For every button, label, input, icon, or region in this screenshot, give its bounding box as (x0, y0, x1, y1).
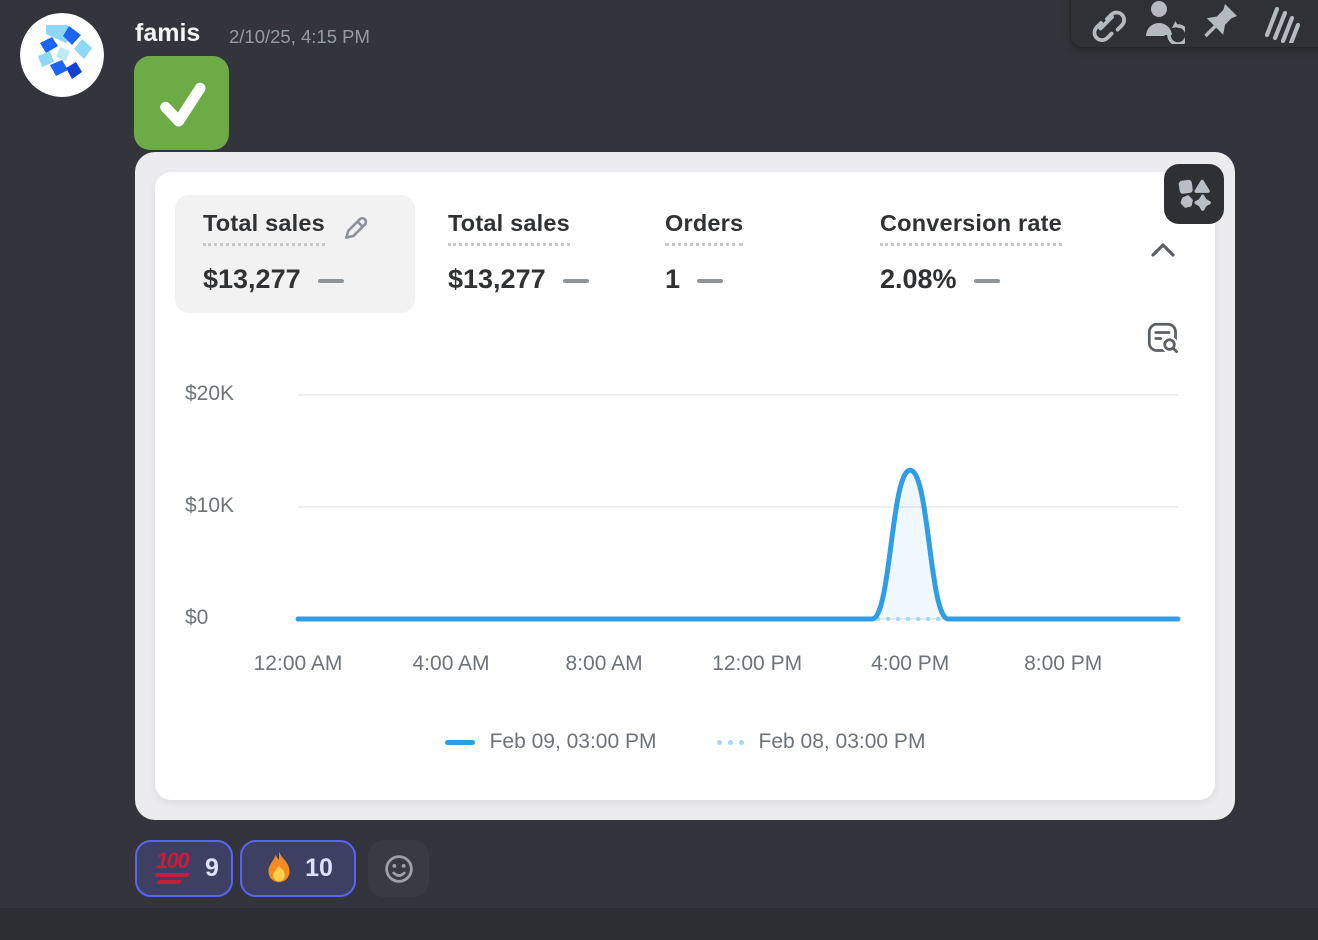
hundred-underline-1 (153, 873, 191, 877)
metric-label: Orders (665, 210, 744, 246)
metric-trend-dash (562, 279, 589, 283)
metric-label: Total sales (203, 210, 325, 246)
swipe-lines-icon (1264, 6, 1300, 43)
recall-button[interactable] (1139, 0, 1185, 44)
x-tick-label: 4:00 PM (871, 652, 950, 675)
person-history-icon (1146, 1, 1185, 44)
legend-item: Feb 08, 03:00 PM (716, 730, 926, 754)
metric-trend-dash (317, 279, 344, 283)
metric-value: $13,277 (203, 264, 301, 294)
reaction-count: 9 (205, 854, 219, 882)
collapse-chart-button[interactable] (1147, 238, 1179, 262)
pin-message-button[interactable] (1197, 0, 1243, 44)
edit-pencil-icon[interactable] (341, 213, 371, 243)
y-tick-label: $20K (185, 382, 235, 405)
metric-value: 1 (665, 264, 681, 294)
legend-label: Feb 09, 03:00 PM (489, 730, 657, 753)
metric-tab-orders[interactable]: Orders 1 (665, 210, 744, 295)
message-hover-toolbar (1070, 0, 1318, 48)
y-tick-label: $10K (185, 494, 235, 517)
y-tick-label: $0 (185, 606, 209, 629)
white-check-mark-emoji (134, 56, 229, 150)
add-reaction-toolbar-button[interactable] (1313, 0, 1318, 44)
x-tick-label: 8:00 PM (1024, 652, 1103, 675)
hundred-points-emoji: 100 (149, 848, 195, 884)
x-tick-label: 12:00 PM (712, 652, 803, 675)
x-tick-label: 4:00 AM (412, 652, 490, 675)
chat-background-divider (0, 908, 1318, 940)
x-tick-label: 12:00 AM (253, 652, 343, 675)
metric-label: Total sales (448, 210, 570, 246)
shapes-icon (1178, 179, 1211, 211)
link-icon (1092, 10, 1126, 42)
chart-legend: Feb 09, 03:00 PM Feb 08, 03:00 PM (155, 730, 1215, 754)
hundred-text: 100 (155, 848, 190, 873)
metric-trend-dash (973, 279, 1000, 283)
add-reaction-button[interactable] (368, 840, 429, 897)
data-inspector-icon (1147, 322, 1178, 353)
chevron-up-icon (1151, 243, 1175, 257)
legend-label: Feb 08, 03:00 PM (758, 730, 926, 753)
legend-swatch-dotted-line-icon (716, 739, 744, 745)
legend-item: Feb 09, 03:00 PM (444, 730, 657, 754)
analytics-image-attachment[interactable]: Total sales $13,277 Total sales $13,277 (135, 152, 1235, 820)
check-icon (159, 82, 206, 127)
fire-emoji (268, 850, 290, 882)
reaction-count: 10 (305, 854, 333, 882)
forward-button[interactable] (1255, 0, 1301, 44)
pin-icon (1204, 4, 1237, 38)
copy-link-button[interactable] (1081, 0, 1127, 44)
smiley-icon (1314, 0, 1318, 43)
metric-value: 2.08% (880, 264, 957, 294)
analytics-card: Total sales $13,277 Total sales $13,277 (155, 172, 1215, 800)
view-report-data-button[interactable] (1144, 319, 1182, 357)
avatar[interactable] (20, 13, 104, 97)
metric-tab-total-sales[interactable]: Total sales $13,277 (448, 210, 589, 295)
message-author[interactable]: famis (135, 19, 200, 48)
reaction-fire[interactable]: 10 (240, 840, 356, 897)
apps-badge[interactable] (1164, 164, 1224, 224)
reaction-100[interactable]: 100 9 (135, 840, 233, 897)
metric-tab-total-sales-selected[interactable]: Total sales $13,277 (203, 210, 371, 295)
hundred-underline-2 (155, 880, 183, 884)
metric-trend-dash (697, 279, 724, 283)
add-reaction-smiley-icon (384, 854, 413, 883)
metric-label: Conversion rate (880, 210, 1062, 246)
message-timestamp: 2/10/25, 4:15 PM (229, 26, 370, 47)
x-tick-label: 8:00 AM (565, 652, 643, 675)
metric-tab-conversion-rate[interactable]: Conversion rate 2.08% (880, 210, 1062, 295)
legend-swatch-solid-line-icon (444, 739, 475, 745)
metric-value: $13,277 (448, 264, 546, 294)
